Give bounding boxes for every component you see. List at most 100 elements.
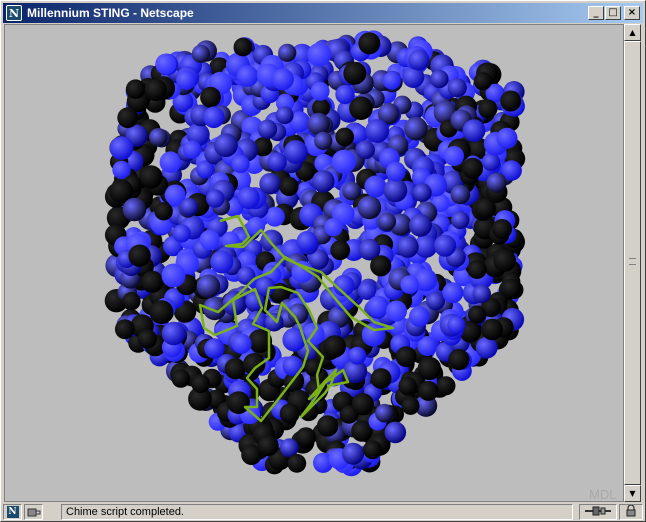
connection-icon[interactable] bbox=[579, 504, 617, 520]
atom-sphere bbox=[342, 181, 362, 201]
atom-sphere bbox=[385, 161, 406, 182]
atom-sphere bbox=[214, 133, 238, 158]
atom-sphere bbox=[204, 338, 225, 359]
close-button[interactable]: × bbox=[624, 6, 640, 20]
scroll-down-arrow-icon[interactable]: ▼ bbox=[624, 485, 641, 502]
atom-sphere bbox=[231, 154, 250, 174]
atom-sphere bbox=[224, 358, 246, 380]
atom-sphere bbox=[461, 157, 484, 179]
scroll-thumb[interactable] bbox=[624, 41, 641, 485]
atom-sphere bbox=[191, 44, 210, 63]
atom-sphere bbox=[404, 116, 428, 141]
molecule-rendering[interactable]: MDL bbox=[5, 25, 624, 502]
atom-sphere bbox=[172, 224, 191, 243]
atom-sphere bbox=[444, 146, 464, 166]
atom-sphere bbox=[434, 234, 457, 257]
netscape-status-icon[interactable]: N bbox=[3, 504, 22, 520]
atom-sphere bbox=[396, 236, 419, 258]
window-controls: _ □ × bbox=[587, 6, 640, 20]
atom-sphere bbox=[122, 292, 141, 311]
atom-sphere bbox=[231, 333, 252, 354]
atom-sphere bbox=[279, 176, 299, 197]
atom-sphere bbox=[342, 442, 365, 465]
vertical-scrollbar[interactable]: ▲ ▼ bbox=[624, 24, 641, 502]
atom-sphere bbox=[331, 149, 356, 174]
atom-sphere bbox=[161, 321, 186, 346]
atom-sphere bbox=[447, 78, 467, 98]
browser-window: N Millennium STING - Netscape _ □ × MDL … bbox=[0, 0, 646, 522]
atom-sphere bbox=[375, 403, 394, 423]
atom-sphere bbox=[418, 380, 439, 401]
atom-sphere bbox=[267, 152, 287, 172]
window-title: Millennium STING - Netscape bbox=[27, 6, 194, 20]
atom-sphere bbox=[199, 229, 220, 250]
atom-spheres bbox=[104, 30, 526, 477]
atom-sphere bbox=[450, 184, 471, 205]
atom-sphere bbox=[171, 369, 191, 388]
atom-sphere bbox=[324, 218, 343, 237]
atom-sphere bbox=[259, 172, 281, 195]
padlock-icon[interactable] bbox=[619, 504, 643, 520]
atom-sphere bbox=[351, 393, 374, 416]
atom-sphere bbox=[395, 346, 417, 367]
atom-sphere bbox=[176, 70, 196, 90]
title-bar[interactable]: N Millennium STING - Netscape _ □ × bbox=[3, 3, 643, 23]
atom-sphere bbox=[312, 170, 335, 193]
atom-sphere bbox=[183, 140, 202, 159]
atom-sphere bbox=[139, 165, 163, 189]
atom-sphere bbox=[154, 202, 173, 221]
atom-sphere bbox=[191, 374, 211, 394]
atom-sphere bbox=[486, 172, 507, 193]
atom-sphere bbox=[400, 275, 420, 294]
atom-sphere bbox=[377, 212, 397, 231]
minimize-button[interactable]: _ bbox=[588, 6, 604, 20]
atom-sphere bbox=[296, 230, 318, 252]
atom-sphere bbox=[496, 127, 518, 149]
mdl-watermark: MDL bbox=[589, 487, 616, 502]
atom-sphere bbox=[128, 244, 151, 267]
atom-sphere bbox=[287, 453, 307, 473]
atom-sphere bbox=[409, 214, 432, 237]
atom-sphere bbox=[196, 274, 221, 299]
atom-sphere bbox=[180, 197, 199, 216]
atom-sphere bbox=[436, 376, 456, 396]
atom-sphere bbox=[109, 136, 134, 160]
atom-sphere bbox=[307, 112, 330, 136]
atom-sphere bbox=[141, 270, 164, 293]
atom-sphere bbox=[307, 42, 332, 67]
maximize-button[interactable]: □ bbox=[605, 6, 621, 20]
atom-sphere bbox=[493, 249, 517, 272]
atom-sphere bbox=[492, 219, 512, 239]
atom-sphere bbox=[310, 81, 330, 101]
atom-sphere bbox=[206, 189, 225, 208]
atom-sphere bbox=[323, 335, 346, 358]
atom-sphere bbox=[271, 68, 294, 91]
atom-sphere bbox=[237, 266, 256, 285]
atom-sphere bbox=[122, 197, 147, 222]
atom-sphere bbox=[364, 175, 387, 198]
atom-sphere bbox=[203, 106, 225, 129]
atom-sphere bbox=[314, 131, 333, 150]
chime-molecule-viewer[interactable]: MDL bbox=[4, 24, 624, 502]
atom-sphere bbox=[236, 65, 259, 87]
atom-sphere bbox=[365, 119, 390, 143]
scroll-up-arrow-icon[interactable]: ▲ bbox=[624, 24, 641, 41]
atom-sphere bbox=[430, 69, 449, 89]
atom-sphere bbox=[114, 319, 135, 340]
atom-sphere bbox=[149, 300, 174, 325]
atom-sphere bbox=[370, 368, 392, 389]
atom-sphere bbox=[412, 183, 432, 203]
atom-sphere bbox=[349, 96, 373, 120]
atom-sphere bbox=[501, 278, 521, 298]
atom-sphere bbox=[462, 119, 486, 142]
netscape-logo-icon: N bbox=[6, 5, 22, 21]
atom-sphere bbox=[117, 107, 139, 129]
grip-icon bbox=[629, 258, 636, 265]
security-status-icon[interactable] bbox=[24, 504, 43, 520]
atom-sphere bbox=[264, 312, 284, 332]
atom-sphere bbox=[161, 263, 186, 288]
atom-sphere bbox=[383, 178, 408, 203]
atom-sphere bbox=[467, 260, 487, 279]
atom-sphere bbox=[367, 295, 389, 318]
atom-sphere bbox=[370, 255, 392, 277]
